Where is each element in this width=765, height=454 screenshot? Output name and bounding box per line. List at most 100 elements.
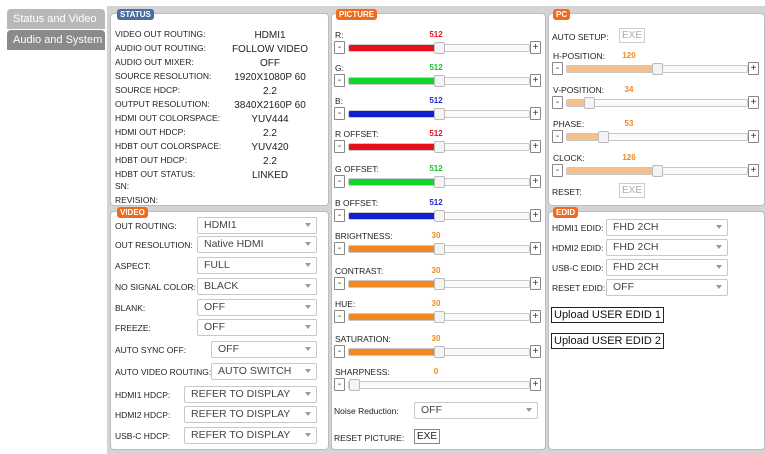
pc-slider-track[interactable] — [566, 165, 748, 177]
picture-slider-plus-button[interactable]: + — [530, 277, 541, 290]
picture-slider-minus-button[interactable]: - — [334, 107, 345, 120]
video-select[interactable]: HDMI1 — [197, 217, 317, 234]
chevron-down-icon — [305, 223, 311, 227]
pc-slider-value: 126 — [622, 153, 636, 162]
pc-slider-knob[interactable] — [584, 97, 595, 109]
pc-slider-knob[interactable] — [652, 63, 663, 75]
pc-slider-minus-button[interactable]: - — [552, 164, 563, 177]
auto-setup-button[interactable]: EXE — [619, 28, 646, 43]
pc-slider-plus-button[interactable]: + — [748, 130, 759, 143]
chevron-down-icon — [305, 433, 311, 437]
picture-slider-minus-button[interactable]: - — [334, 378, 345, 391]
nav-tab-status-video[interactable]: Status and Video — [7, 9, 105, 29]
video-select[interactable]: FULL — [197, 257, 317, 274]
pc-reset-button[interactable]: EXE — [619, 183, 646, 198]
edid-select[interactable]: OFF — [606, 279, 728, 296]
picture-slider-track[interactable] — [348, 210, 530, 222]
picture-slider-knob[interactable] — [434, 210, 445, 222]
reset-picture-button[interactable]: EXE — [414, 429, 441, 444]
video-select[interactable]: Native HDMI — [197, 236, 317, 253]
picture-slider-minus-button[interactable]: - — [334, 41, 345, 54]
video-select[interactable]: REFER TO DISPLAY — [184, 406, 317, 423]
picture-slider-knob[interactable] — [434, 75, 445, 87]
video-select[interactable]: OFF — [197, 319, 317, 336]
video-select[interactable]: AUTO SWITCH — [211, 363, 317, 380]
picture-slider-plus-button[interactable]: + — [530, 310, 541, 323]
picture-slider-knob[interactable] — [434, 243, 445, 255]
pc-slider-knob[interactable] — [652, 165, 663, 177]
pc-slider-plus-button[interactable]: + — [748, 96, 759, 109]
upload-user-edid-2-button[interactable]: Upload USER EDID 2 — [551, 333, 664, 349]
picture-slider-knob[interactable] — [434, 42, 445, 54]
picture-slider-plus-button[interactable]: + — [530, 175, 541, 188]
upload-user-edid-1-button[interactable]: Upload USER EDID 1 — [551, 307, 664, 323]
chevron-down-icon — [305, 392, 311, 396]
picture-title: PICTURE — [336, 9, 378, 20]
picture-slider-track[interactable] — [348, 42, 530, 54]
picture-slider-minus-button[interactable]: - — [334, 242, 345, 255]
picture-slider-plus-button[interactable]: + — [530, 242, 541, 255]
picture-slider-plus-button[interactable]: + — [530, 107, 541, 120]
video-select[interactable]: REFER TO DISPLAY — [184, 427, 317, 444]
pc-slider-plus-button[interactable]: + — [748, 164, 759, 177]
status-row-value: 1920X1080P 60 — [234, 72, 306, 83]
auto-setup-label: AUTO SETUP: — [552, 32, 609, 42]
picture-slider-knob[interactable] — [434, 311, 445, 323]
picture-slider-label: SATURATION: — [335, 334, 391, 344]
picture-slider-knob[interactable] — [349, 379, 360, 391]
picture-slider-minus-button[interactable]: - — [334, 277, 345, 290]
picture-slider-track[interactable] — [348, 311, 530, 323]
video-select-value: OFF — [204, 301, 225, 313]
nav-tab-audio-system[interactable]: Audio and System — [7, 30, 105, 50]
picture-slider-track[interactable] — [348, 176, 530, 188]
edid-select[interactable]: FHD 2CH — [606, 219, 728, 236]
picture-slider-track[interactable] — [348, 243, 530, 255]
picture-slider-knob[interactable] — [434, 278, 445, 290]
picture-slider-track[interactable] — [348, 141, 530, 153]
picture-slider-track[interactable] — [348, 108, 530, 120]
picture-slider-minus-button[interactable]: - — [334, 140, 345, 153]
picture-slider-knob[interactable] — [434, 108, 445, 120]
picture-slider-label: B OFFSET: — [335, 198, 378, 208]
picture-slider-track[interactable] — [348, 346, 530, 358]
video-select[interactable]: OFF — [197, 299, 317, 316]
picture-slider-plus-button[interactable]: + — [530, 74, 541, 87]
picture-slider-value: 512 — [429, 30, 443, 39]
video-select[interactable]: REFER TO DISPLAY — [184, 386, 317, 403]
video-row-label: FREEZE: — [115, 323, 151, 333]
picture-slider-plus-button[interactable]: + — [530, 41, 541, 54]
picture-slider-track[interactable] — [348, 75, 530, 87]
pc-slider-track[interactable] — [566, 97, 748, 109]
chevron-down-icon — [716, 285, 722, 289]
picture-slider-minus-button[interactable]: - — [334, 310, 345, 323]
picture-slider-minus-button[interactable]: - — [334, 175, 345, 188]
picture-slider-track[interactable] — [348, 379, 530, 391]
pc-slider-knob[interactable] — [598, 131, 609, 143]
video-row-label: BLANK: — [115, 303, 146, 313]
pc-slider-minus-button[interactable]: - — [552, 96, 563, 109]
picture-slider-knob[interactable] — [434, 176, 445, 188]
edid-select[interactable]: FHD 2CH — [606, 239, 728, 256]
picture-slider-knob[interactable] — [434, 346, 445, 358]
pc-slider-track[interactable] — [566, 63, 748, 75]
picture-slider-plus-button[interactable]: + — [530, 378, 541, 391]
picture-slider-track[interactable] — [348, 278, 530, 290]
noise-reduction-select[interactable]: OFF — [414, 402, 538, 419]
video-select[interactable]: OFF — [211, 341, 317, 358]
picture-slider-minus-button[interactable]: - — [334, 345, 345, 358]
video-select[interactable]: BLACK — [197, 278, 317, 295]
chevron-down-icon — [305, 325, 311, 329]
picture-slider-plus-button[interactable]: + — [530, 209, 541, 222]
pc-slider-minus-button[interactable]: - — [552, 62, 563, 75]
edid-select[interactable]: FHD 2CH — [606, 259, 728, 276]
pc-slider-track[interactable] — [566, 131, 748, 143]
pc-slider-plus-button[interactable]: + — [748, 62, 759, 75]
picture-slider-minus-button[interactable]: - — [334, 209, 345, 222]
status-title: STATUS — [117, 9, 154, 20]
picture-slider-plus-button[interactable]: + — [530, 345, 541, 358]
status-row-label: AUDIO OUT ROUTING: — [115, 43, 206, 53]
picture-slider-minus-button[interactable]: - — [334, 74, 345, 87]
picture-slider-knob[interactable] — [434, 141, 445, 153]
pc-slider-minus-button[interactable]: - — [552, 130, 563, 143]
picture-slider-plus-button[interactable]: + — [530, 140, 541, 153]
